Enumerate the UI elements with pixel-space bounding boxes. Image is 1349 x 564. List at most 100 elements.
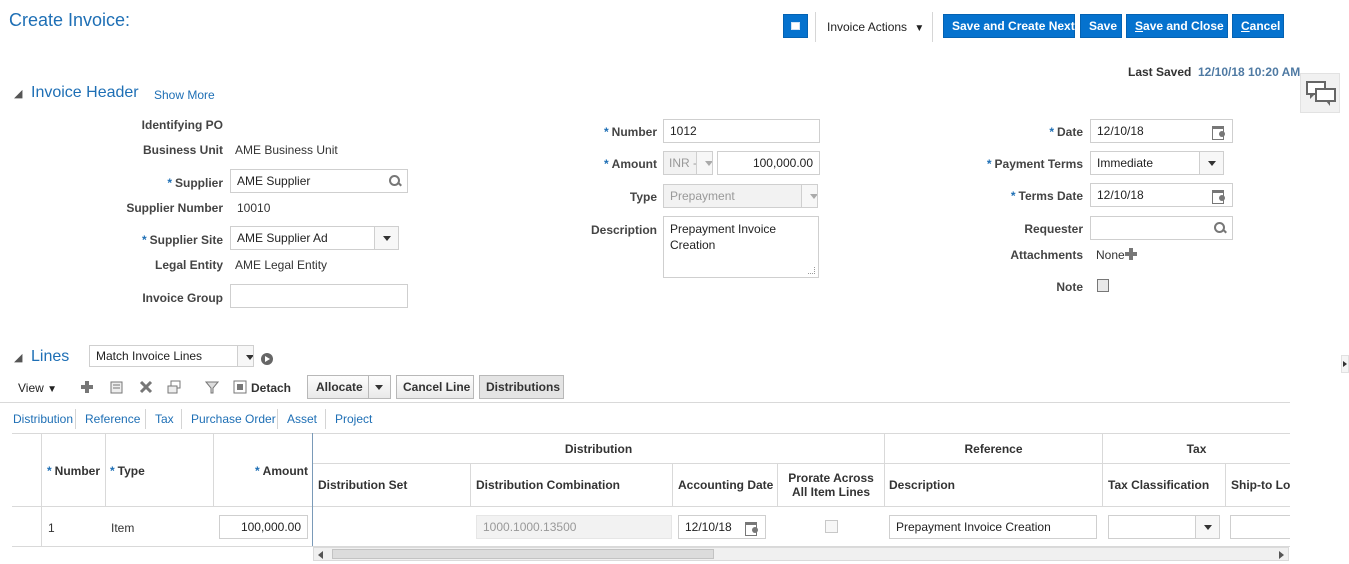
column-header-distribution-set[interactable]: Distribution Set bbox=[318, 478, 407, 492]
supplier-site-select[interactable]: AME Supplier Ad bbox=[230, 226, 399, 250]
invoice-actions-menu[interactable]: Invoice Actions ▼ bbox=[827, 20, 924, 34]
row-description-input[interactable]: Prepayment Invoice Creation bbox=[889, 515, 1097, 539]
row-ship-to-location-input[interactable] bbox=[1230, 515, 1290, 539]
go-arrow-icon[interactable] bbox=[261, 353, 273, 365]
calendar-icon[interactable] bbox=[745, 520, 759, 536]
show-more-link[interactable]: Show More bbox=[154, 88, 215, 102]
resize-grip-icon[interactable] bbox=[808, 267, 815, 274]
tab-reference[interactable]: Reference bbox=[85, 412, 140, 426]
column-header-tax-classification[interactable]: Tax Classification bbox=[1108, 478, 1209, 492]
delete-icon[interactable] bbox=[139, 380, 153, 394]
edit-icon[interactable] bbox=[110, 380, 124, 394]
note-label: Note bbox=[1056, 280, 1083, 294]
date-input[interactable]: 12/10/18 bbox=[1090, 119, 1233, 143]
cancel-button[interactable]: Cancel bbox=[1232, 14, 1284, 38]
grid-col-divider bbox=[672, 463, 673, 506]
tab-distribution[interactable]: Distribution bbox=[13, 412, 73, 426]
save-button[interactable]: Save bbox=[1080, 14, 1122, 38]
attachments-value: None bbox=[1096, 248, 1125, 262]
save-and-create-next-button[interactable]: Save and Create Next bbox=[943, 14, 1075, 38]
dropdown-arrow-icon[interactable] bbox=[1195, 516, 1219, 538]
cancel-line-button[interactable]: Cancel Line bbox=[396, 375, 474, 399]
dropdown-arrow-icon[interactable] bbox=[368, 376, 390, 398]
panel-toggle-button[interactable] bbox=[783, 14, 808, 38]
tab-purchase-order[interactable]: Purchase Order bbox=[191, 412, 276, 426]
dropdown-arrow-icon[interactable] bbox=[374, 227, 398, 249]
access-key: S bbox=[1135, 19, 1144, 33]
collapse-triangle-icon[interactable]: ◢ bbox=[14, 351, 22, 364]
tab-tax[interactable]: Tax bbox=[155, 412, 174, 426]
column-header-number[interactable]: * Number bbox=[47, 464, 100, 478]
grid-border-top bbox=[12, 433, 1290, 434]
row-amount-input[interactable]: 100,000.00 bbox=[219, 515, 308, 539]
type-select[interactable]: Prepayment bbox=[663, 184, 818, 208]
calendar-icon[interactable] bbox=[1212, 188, 1226, 204]
scrollbar-thumb[interactable] bbox=[332, 549, 714, 559]
currency-select[interactable]: INR - bbox=[663, 151, 713, 175]
add-attachment-icon[interactable] bbox=[1125, 248, 1137, 260]
supplier-site-label-text: Supplier Site bbox=[149, 233, 223, 247]
search-icon[interactable] bbox=[388, 174, 402, 188]
number-label: * Number bbox=[540, 125, 657, 139]
column-header-amount[interactable]: * Amount bbox=[214, 464, 308, 478]
dropdown-arrow-icon[interactable] bbox=[801, 185, 817, 207]
description-textarea[interactable]: Prepayment Invoice Creation bbox=[663, 216, 819, 278]
grid-col-divider bbox=[470, 463, 471, 506]
note-icon[interactable] bbox=[1097, 279, 1109, 292]
row-distribution-combination: 1000.1000.13500 bbox=[476, 515, 672, 539]
column-header-accounting-date[interactable]: Accounting Date bbox=[678, 478, 773, 492]
dropdown-arrow-icon[interactable] bbox=[237, 346, 253, 366]
calendar-icon[interactable] bbox=[1212, 124, 1226, 140]
grid-col-divider bbox=[105, 433, 106, 506]
column-header-ship-to-location[interactable]: Ship-to Loc bbox=[1231, 478, 1290, 492]
row-prorate-checkbox[interactable] bbox=[825, 520, 838, 533]
scroll-left-icon[interactable] bbox=[318, 551, 323, 559]
row-tax-classification-select[interactable] bbox=[1108, 515, 1220, 539]
supplier-input[interactable]: AME Supplier bbox=[230, 169, 408, 193]
requester-input[interactable] bbox=[1090, 216, 1233, 240]
save-and-close-button[interactable]: Save and Close bbox=[1126, 14, 1228, 38]
dropdown-arrow-icon[interactable] bbox=[696, 152, 712, 174]
toolbar-divider bbox=[932, 12, 933, 42]
required-marker: * bbox=[603, 125, 609, 139]
description-label: Description bbox=[590, 223, 657, 237]
collapse-triangle-icon[interactable]: ◢ bbox=[14, 87, 22, 100]
filter-icon[interactable] bbox=[205, 380, 219, 394]
distributions-button[interactable]: Distributions bbox=[479, 375, 564, 399]
comments-panel-button[interactable] bbox=[1300, 73, 1340, 113]
match-select-value: Match Invoice Lines bbox=[96, 349, 203, 363]
column-header-type[interactable]: * Type bbox=[110, 464, 145, 478]
search-icon[interactable] bbox=[1213, 221, 1227, 235]
required-marker: * bbox=[141, 233, 147, 247]
detach-icon[interactable] bbox=[233, 380, 247, 394]
requester-label: Requester bbox=[1024, 222, 1083, 236]
tab-asset[interactable]: Asset bbox=[287, 412, 317, 426]
tab-project[interactable]: Project bbox=[335, 412, 372, 426]
splitter-handle[interactable] bbox=[1341, 355, 1349, 373]
detach-button[interactable]: Detach bbox=[251, 381, 291, 395]
allocate-button[interactable]: Allocate bbox=[307, 375, 391, 399]
match-invoice-lines-select[interactable]: Match Invoice Lines bbox=[89, 345, 254, 367]
number-input[interactable]: 1012 bbox=[663, 119, 820, 143]
date-label: * Date bbox=[960, 125, 1083, 139]
type-value: Prepayment bbox=[670, 189, 735, 203]
payment-terms-select[interactable]: Immediate bbox=[1090, 151, 1224, 175]
split-icon[interactable] bbox=[167, 380, 181, 394]
row-accounting-date-input[interactable]: 12/10/18 bbox=[678, 515, 766, 539]
column-header-distribution-combination[interactable]: Distribution Combination bbox=[476, 478, 620, 492]
dropdown-arrow-icon[interactable] bbox=[1199, 152, 1223, 174]
supplier-number-value: 10010 bbox=[237, 201, 271, 215]
date-value: 12/10/18 bbox=[1097, 124, 1144, 138]
column-header-prorate[interactable]: Prorate Across All Item Lines bbox=[778, 471, 884, 499]
required-marker: * bbox=[47, 464, 52, 478]
amount-input[interactable]: 100,000.00 bbox=[717, 151, 820, 175]
required-marker: * bbox=[167, 176, 172, 190]
add-row-icon[interactable] bbox=[81, 381, 93, 393]
horizontal-scrollbar[interactable] bbox=[313, 547, 1289, 561]
terms-date-input[interactable]: 12/10/18 bbox=[1090, 183, 1233, 207]
invoice-group-input[interactable] bbox=[230, 284, 408, 308]
view-menu[interactable]: View ▼ bbox=[18, 381, 57, 395]
toolbar-divider bbox=[815, 12, 816, 42]
column-header-description[interactable]: Description bbox=[889, 478, 955, 492]
scroll-right-icon[interactable] bbox=[1279, 551, 1284, 559]
